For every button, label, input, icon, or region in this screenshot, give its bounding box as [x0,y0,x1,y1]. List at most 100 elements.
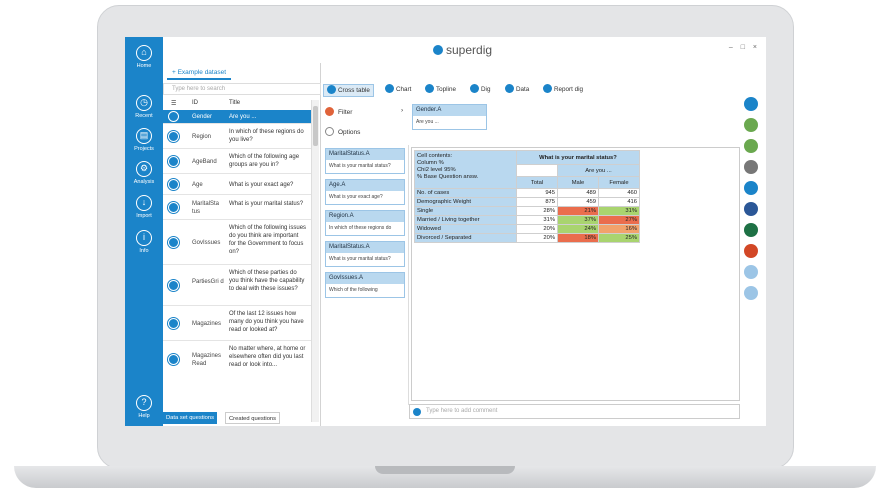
powerpoint-export-icon[interactable] [744,244,758,258]
nav-info[interactable]: i Info [125,230,163,270]
tab-data-set-questions[interactable]: Data set questions [163,412,218,424]
question-id: Gender [192,114,213,120]
table-row[interactable]: Divorced / Separated 20% 18% 25% [414,233,640,243]
question-type-icon [168,318,179,329]
legend-line: Chi2 level 95% [417,167,456,173]
tab-topline[interactable]: Topline [425,84,456,97]
question-text: No matter where, at home or elsewhere of… [229,346,306,368]
table-row[interactable]: Widowed 20% 24% 16% [414,224,640,234]
column-total: Total [516,176,558,189]
word-export-icon[interactable] [744,202,758,216]
question-id: AgeBand [192,159,217,165]
help-icon: ? [136,395,152,411]
table-cell-significant-low: 18% [557,233,599,243]
variable-text: What is your marital status? [329,256,391,262]
table-cell: 416 [598,197,640,207]
question-text: What is your marital status? [229,201,304,207]
question-row[interactable]: Magazines Of the last 12 issues how many… [163,307,311,341]
window-controls[interactable]: – □ × [729,44,760,51]
table-row[interactable]: Single 28% 21% 31% [414,206,640,216]
superdig-logo-icon [433,45,443,55]
table-row[interactable]: Married / Living together 31% 37% 27% [414,215,640,225]
settings-icon[interactable] [744,160,758,174]
question-row[interactable]: Magazines Read No matter where, at home … [163,342,311,382]
table-row[interactable]: No. of cases 945 489 460 [414,188,640,198]
variable-name: Age.A [326,180,404,191]
excel-export-icon[interactable] [744,223,758,237]
tab-dig[interactable]: Dig [470,84,490,97]
column-male: Male [557,176,599,189]
question-list-scrollbar[interactable] [311,100,319,422]
question-text: Are you ... [229,114,257,120]
search-input[interactable]: Type here to search [163,83,321,95]
cross-table: Cell contents: Column % Chi2 level 95% %… [414,150,640,243]
table-cell-significant-high: 31% [598,206,640,216]
column-header-id[interactable]: ID [192,100,198,106]
variable-text: What is your marital status? [329,163,391,169]
info-icon: i [136,230,152,246]
table-cell: 31% [516,215,558,225]
nav-analysis-label: Analysis [133,179,155,185]
scrollbar-thumb[interactable] [313,106,318,146]
nav-home-label: Home [136,63,152,69]
question-row[interactable]: MaritalSta tus What is your marital stat… [163,196,311,220]
options-button[interactable]: Options [325,127,360,136]
question-text: Of the last 12 issues how many do you th… [229,311,304,333]
table-cell: 875 [516,197,558,207]
nav-import[interactable]: ↓ Import [125,195,163,235]
tab-chart[interactable]: Chart [385,84,411,97]
side-variable-card[interactable]: Region.A In which of these regions do [325,210,405,236]
side-variable-card[interactable]: MaritalStatus.A What is your marital stat… [325,241,405,267]
side-variable-card[interactable]: Age.A What is your exact age? [325,179,405,205]
table-cell: 460 [598,188,640,198]
web-icon[interactable] [744,286,758,300]
report-dig-icon [543,84,552,93]
question-id: GovIssues [192,240,221,246]
projects-icon: ▤ [136,128,152,144]
column-female: Female [598,176,640,189]
tab-data[interactable]: Data [505,84,529,97]
side-variable-card[interactable]: GovIssues.A Which of the following [325,272,405,298]
title-bar: superdig – □ × [163,37,766,63]
tab-cross-table[interactable]: Cross table [323,84,374,97]
question-row[interactable]: Gender Are you ... [163,110,311,124]
filter-button[interactable]: Filter › [325,107,403,116]
table-cell-significant-low: 21% [557,206,599,216]
question-row[interactable]: AgeBand Which of the following age group… [163,150,311,174]
nav-home[interactable]: ⌂ Home [125,45,163,85]
question-text: Which of the following issues do you thi… [229,225,307,255]
question-row[interactable]: PartiesGri d Which of these parties do y… [163,266,311,306]
chevron-right-icon: › [401,107,404,114]
question-type-icon [168,179,179,190]
table-row[interactable]: Demographic Weight 875 459 416 [414,197,640,207]
cloud-icon[interactable] [744,265,758,279]
lock-icon[interactable] [744,181,758,195]
side-variable-card[interactable]: MaritalStatus.A What is your marital stat… [325,148,405,174]
dataset-tab[interactable]: + Example dataset [167,66,232,80]
table-cell-significant-low: 27% [598,215,640,225]
question-text: Which of the following age groups are yo… [229,154,300,168]
options-icon [325,127,334,136]
select-all-icon[interactable]: ☰ [171,100,176,107]
question-row[interactable]: Region In which of these regions do you … [163,125,311,149]
refresh-icon[interactable] [744,97,758,111]
nav-help[interactable]: ? Help [125,395,163,426]
laptop-notch [375,466,515,474]
add-icon[interactable] [744,118,758,132]
tab-created-questions[interactable]: Created questions [225,412,281,424]
question-id: Magazines [192,321,222,327]
row-label: No. of cases [414,188,517,198]
view-toolbar: Cross table Chart Topline Dig Data Repor… [323,82,743,98]
question-row[interactable]: Age What is your exact age? [163,175,311,195]
table-cell-significant-high: 37% [557,215,599,225]
variable-name: GovIssues.A [326,273,404,284]
column-header-title[interactable]: Title [229,100,240,106]
top-variable-card[interactable]: Gender.A Are you ... [412,104,487,130]
comment-input[interactable]: Type here to add comment [409,404,740,419]
tab-report-dig[interactable]: Report dig [543,84,583,97]
variable-text: Are you ... [416,119,439,125]
question-row[interactable]: GovIssues Which of the following issues … [163,221,311,265]
comment-icon [413,408,421,416]
save-icon[interactable] [744,139,758,153]
cross-table-icon [327,85,336,94]
